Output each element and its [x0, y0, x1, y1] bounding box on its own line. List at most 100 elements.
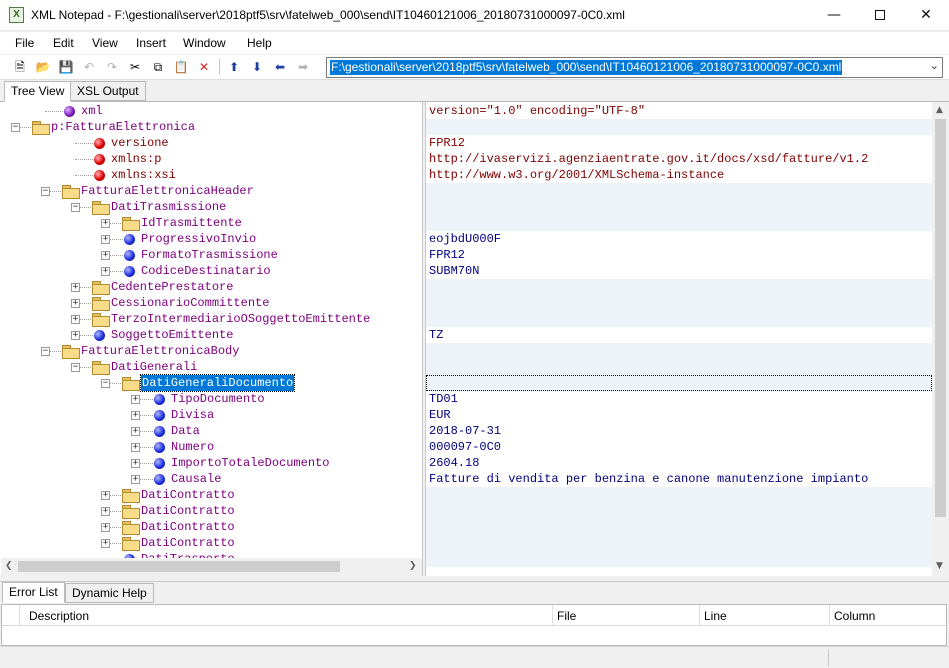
node-value[interactable]: TD01: [426, 391, 932, 407]
tree-node-label[interactable]: Divisa: [171, 407, 214, 423]
expand-icon[interactable]: +: [101, 219, 110, 228]
column-file[interactable]: File: [557, 609, 576, 623]
menu-view[interactable]: View: [92, 36, 118, 50]
menu-file[interactable]: File: [15, 36, 34, 50]
tree-node[interactable]: + Causale: [1, 471, 422, 487]
node-value[interactable]: 2018-07-31: [426, 423, 932, 439]
tree-node-label[interactable]: Numero: [171, 439, 214, 455]
nudge-right-icon[interactable]: ➡: [295, 59, 311, 75]
paste-icon[interactable]: 📋: [173, 59, 189, 75]
collapse-icon[interactable]: −: [41, 187, 50, 196]
tree-node-label[interactable]: DatiGeneraliDocumento: [139, 374, 296, 392]
tree-node[interactable]: + DatiContratto: [1, 519, 422, 535]
tree-horizontal-scrollbar[interactable]: ❮ ❯: [1, 558, 422, 575]
minimize-button[interactable]: —: [811, 0, 857, 30]
tree-node[interactable]: − DatiGenerali: [1, 359, 422, 375]
expand-icon[interactable]: +: [131, 459, 140, 468]
tree-node[interactable]: + FormatoTrasmissione: [1, 247, 422, 263]
node-value[interactable]: [426, 535, 932, 551]
tree-node-label[interactable]: DatiContratto: [141, 535, 235, 551]
tree-node[interactable]: versione: [1, 135, 422, 151]
tree-node[interactable]: + Data: [1, 423, 422, 439]
expand-icon[interactable]: +: [101, 235, 110, 244]
column-description[interactable]: Description: [29, 609, 89, 623]
collapse-icon[interactable]: −: [41, 347, 50, 356]
node-value[interactable]: eojbdU000F: [426, 231, 932, 247]
nudge-up-icon[interactable]: ⬆: [226, 59, 242, 75]
collapse-icon[interactable]: −: [71, 363, 80, 372]
expand-icon[interactable]: +: [101, 539, 110, 548]
tree-node[interactable]: − DatiTrasmissione: [1, 199, 422, 215]
tree-node-label[interactable]: CessionarioCommittente: [111, 295, 269, 311]
expand-icon[interactable]: +: [101, 267, 110, 276]
expand-icon[interactable]: +: [101, 523, 110, 532]
nudge-left-icon[interactable]: ⬅: [272, 59, 288, 75]
node-value[interactable]: TZ: [426, 327, 932, 343]
tree-node-label[interactable]: ImportoTotaleDocumento: [171, 455, 329, 471]
expand-icon[interactable]: +: [71, 299, 80, 308]
tab-xsl-output[interactable]: XSL Output: [70, 81, 146, 101]
tree-node[interactable]: + CedentePrestatore: [1, 279, 422, 295]
tree-node[interactable]: − p:FatturaElettronica: [1, 119, 422, 135]
file-path-combobox[interactable]: F:\gestionali\server\2018ptf5\srv\fatelw…: [326, 57, 943, 78]
column-line[interactable]: Line: [704, 609, 727, 623]
collapse-icon[interactable]: −: [11, 123, 20, 132]
scroll-down-icon[interactable]: ▼: [936, 561, 943, 571]
tree-node-label[interactable]: Causale: [171, 471, 221, 487]
scroll-up-icon[interactable]: ▲: [936, 105, 943, 115]
expand-icon[interactable]: +: [131, 395, 140, 404]
collapse-icon[interactable]: −: [101, 379, 110, 388]
tree-node[interactable]: + Numero: [1, 439, 422, 455]
scroll-right-icon[interactable]: ❯: [409, 561, 417, 571]
node-values-pane[interactable]: version="1.0" encoding="UTF-8" FPR12 http:…: [426, 102, 932, 576]
tree-node[interactable]: + TerzoIntermediarioOSoggettoEmittente: [1, 311, 422, 327]
tree-node[interactable]: + ProgressivoInvio: [1, 231, 422, 247]
tree-node[interactable]: − FatturaElettronicaBody: [1, 343, 422, 359]
nudge-down-icon[interactable]: ⬇: [249, 59, 265, 75]
tab-error-list[interactable]: Error List: [2, 582, 65, 603]
expand-icon[interactable]: +: [131, 475, 140, 484]
close-button[interactable]: ✕: [903, 0, 949, 30]
scroll-left-icon[interactable]: ❮: [5, 561, 13, 571]
node-value[interactable]: [426, 519, 932, 535]
node-value[interactable]: [426, 183, 932, 199]
node-value[interactable]: http://ivaservizi.agenziaentrate.gov.it/…: [426, 151, 932, 167]
tree-node[interactable]: − DatiGeneraliDocumento: [1, 374, 422, 392]
tree-node[interactable]: − FatturaElettronicaHeader: [1, 183, 422, 199]
expand-icon[interactable]: +: [71, 315, 80, 324]
tree-node[interactable]: xmlns:xsi: [1, 167, 422, 183]
vertical-scrollbar[interactable]: ▲ ▼: [932, 102, 949, 576]
collapse-icon[interactable]: −: [71, 203, 80, 212]
tree-node[interactable]: + TipoDocumento: [1, 391, 422, 407]
node-value[interactable]: [426, 279, 932, 295]
expand-icon[interactable]: +: [71, 283, 80, 292]
node-value[interactable]: [426, 119, 932, 135]
node-value[interactable]: SUBM70N: [426, 263, 932, 279]
tree-node[interactable]: + IdTrasmittente: [1, 215, 422, 231]
tree-node-label[interactable]: DatiTrasmissione: [111, 199, 226, 215]
redo-icon[interactable]: ↷: [104, 59, 120, 75]
node-value[interactable]: [426, 199, 932, 215]
column-column[interactable]: Column: [834, 609, 875, 623]
tree-node-label[interactable]: FatturaElettronicaHeader: [81, 183, 254, 199]
expand-icon[interactable]: +: [131, 427, 140, 436]
tab-dynamic-help[interactable]: Dynamic Help: [65, 583, 154, 603]
tree-node-label[interactable]: DatiContratto: [141, 487, 235, 503]
menu-help[interactable]: Help: [247, 36, 272, 50]
tree-node-label[interactable]: CodiceDestinatario: [141, 263, 271, 279]
tree-node-label[interactable]: xml: [81, 103, 103, 119]
node-value[interactable]: [426, 551, 932, 567]
tree-node-label[interactable]: DatiGenerali: [111, 359, 197, 375]
tree-node-label[interactable]: FormatoTrasmissione: [141, 247, 278, 263]
node-value[interactable]: [426, 375, 932, 391]
scrollbar-thumb[interactable]: [935, 119, 946, 517]
tree-node-label[interactable]: DatiContratto: [141, 503, 235, 519]
tree-node[interactable]: + DatiContratto: [1, 503, 422, 519]
tree-node-label[interactable]: TerzoIntermediarioOSoggettoEmittente: [111, 311, 370, 327]
tree-node[interactable]: + SoggettoEmittente: [1, 327, 422, 343]
tree-node[interactable]: + CodiceDestinatario: [1, 263, 422, 279]
node-value[interactable]: EUR: [426, 407, 932, 423]
new-icon[interactable]: 🗎: [12, 59, 28, 75]
copy-icon[interactable]: ⧉: [150, 59, 166, 75]
undo-icon[interactable]: ↶: [81, 59, 97, 75]
